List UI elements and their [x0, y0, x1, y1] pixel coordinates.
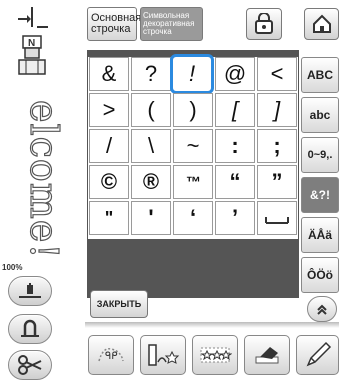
needle-position-icon[interactable] [14, 5, 50, 29]
char-ampersand[interactable]: & [89, 57, 129, 91]
char-semicolon[interactable]: ; [257, 129, 297, 163]
letter-size-icon [148, 344, 180, 366]
svg-text:ᑫᑭ: ᑫᑭ [105, 351, 118, 362]
char-exclamation-selected[interactable]: ! [170, 54, 214, 94]
foot-lift-button[interactable] [8, 276, 52, 306]
char-bracket-close[interactable]: ] [257, 93, 297, 127]
lock-button[interactable] [246, 8, 282, 40]
charset-symbols[interactable]: &?! [301, 177, 339, 213]
char-paren-close[interactable]: ) [173, 93, 213, 127]
char-apostrophe[interactable]: ' [131, 201, 171, 235]
char-copyright[interactable]: © [89, 165, 129, 199]
char-colon[interactable]: : [215, 129, 255, 163]
close-button[interactable]: ЗАКРЫТЬ [90, 290, 148, 318]
stitch-pattern-icon [200, 347, 232, 363]
char-tilde[interactable]: ~ [173, 129, 213, 163]
char-quote-open[interactable]: “ [215, 165, 255, 199]
presser-foot-lift-icon [19, 283, 41, 298]
letter-size-button[interactable] [140, 335, 186, 375]
char-paren-open[interactable]: ( [131, 93, 171, 127]
eraser-button[interactable] [244, 335, 290, 375]
char-single-quote-close[interactable]: ’ [215, 201, 255, 235]
char-less-than[interactable]: < [257, 57, 297, 91]
thread-cut-icon [21, 319, 39, 337]
char-trademark[interactable]: ™ [173, 165, 213, 199]
charset-accented-o[interactable]: ÔÖö [301, 257, 339, 293]
brand-text: elcome! [21, 99, 66, 260]
charset-accented-a[interactable]: ÄÅä [301, 217, 339, 253]
machine-panel: N elcome! 100% [0, 0, 85, 381]
char-space[interactable] [257, 201, 297, 235]
stitch-pattern-button[interactable] [192, 335, 238, 375]
presser-foot-n-icon: N [18, 35, 46, 75]
zoom-level: 100% [2, 263, 23, 272]
char-quote-close[interactable]: ” [257, 165, 297, 199]
char-question[interactable]: ? [131, 57, 171, 91]
scissors-button[interactable] [8, 350, 52, 380]
tab-character-decorative[interactable]: Символьная декоративная строчка [140, 7, 203, 41]
tab-basic-label-2: строчка [91, 23, 131, 35]
tab-basic-stitch[interactable]: Основная строчка [87, 7, 141, 41]
curved-text-icon: ᑫᑭ [98, 348, 124, 362]
char-slash[interactable]: / [89, 129, 129, 163]
eraser-icon [255, 347, 279, 364]
char-greater-than[interactable]: > [89, 93, 129, 127]
home-icon [312, 14, 331, 33]
char-double-quote[interactable]: " [89, 201, 129, 235]
scroll-up-button[interactable] [307, 296, 337, 322]
char-bracket-open[interactable]: [ [215, 93, 255, 127]
scissors-icon [18, 355, 42, 375]
char-single-quote-open[interactable]: ‘ [173, 201, 213, 235]
tab-decor-label-3: строчка [143, 27, 172, 36]
pencil-button[interactable] [296, 335, 339, 375]
char-backslash[interactable]: \ [131, 129, 171, 163]
toolbar-divider [85, 322, 339, 328]
pencil-icon [306, 341, 331, 367]
charset-digits[interactable]: 0~9,. [301, 137, 339, 173]
chevron-up-icon [317, 304, 327, 315]
char-registered[interactable]: ® [131, 165, 171, 199]
home-button[interactable] [304, 8, 339, 40]
curved-text-button[interactable]: ᑫᑭ [88, 335, 134, 375]
char-at[interactable]: @ [215, 57, 255, 91]
lock-icon [255, 13, 273, 34]
charset-lowercase[interactable]: abc [301, 97, 339, 133]
space-icon [265, 217, 289, 224]
charset-uppercase[interactable]: ABC [301, 57, 339, 93]
thread-cut-button[interactable] [8, 314, 52, 344]
